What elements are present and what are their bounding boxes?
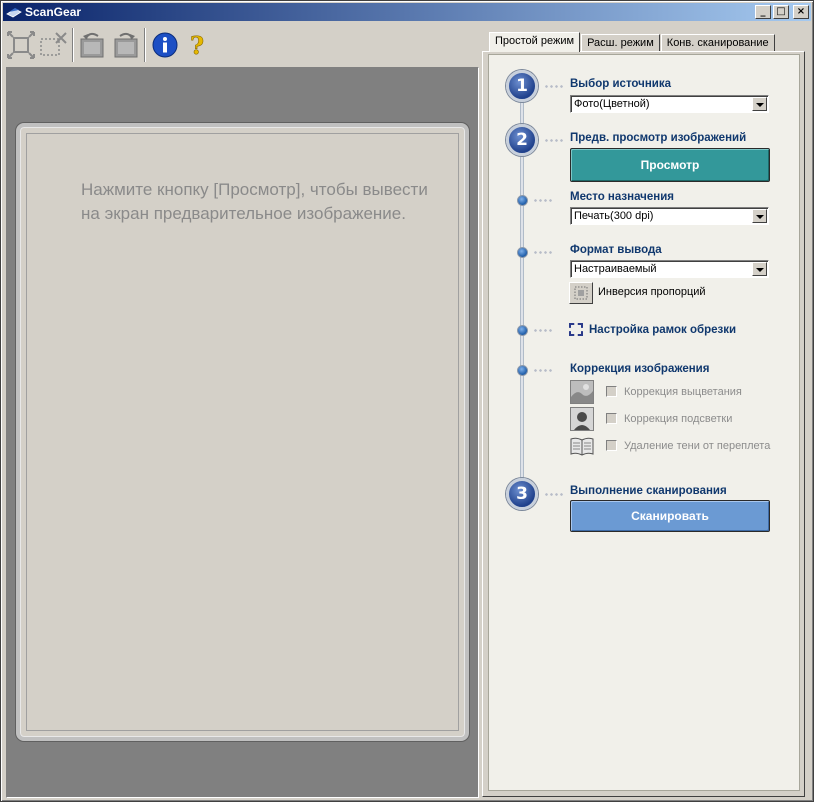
chevron-down-icon[interactable]	[752, 262, 767, 276]
connector-dots	[533, 329, 553, 332]
title-bar[interactable]: ScanGear _ □ ×	[3, 3, 811, 21]
output-format-dot	[517, 247, 528, 258]
step-3-badge: 3	[506, 478, 538, 510]
scanner-app-icon	[6, 8, 22, 18]
connector-dots	[544, 139, 564, 142]
info-button[interactable]	[149, 27, 181, 63]
scangear-window: ScanGear _ □ × ? Нажмите кнопку [Просмот…	[0, 0, 814, 802]
fade-correction-checkbox[interactable]	[606, 386, 617, 397]
output-format-label: Формат вывода	[570, 244, 662, 256]
destination-select[interactable]: Печать(300 dpi)	[570, 207, 769, 225]
output-format-select[interactable]: Настраиваемый	[570, 260, 769, 278]
toolbar-separator	[144, 28, 146, 62]
clear-crop-button[interactable]	[37, 27, 69, 63]
source-label: Выбор источника	[570, 78, 672, 90]
crop-settings-label[interactable]: Настройка рамок обрезки	[589, 324, 736, 336]
preview-canvas[interactable]: Нажмите кнопку [Просмотр], чтобы вывести…	[26, 133, 459, 731]
rotate-left-icon	[80, 32, 104, 58]
connector-dots	[533, 199, 553, 202]
correction-dot	[517, 365, 528, 376]
backlight-correction-checkbox[interactable]	[606, 413, 617, 424]
info-icon	[152, 32, 178, 58]
invert-aspect-button[interactable]	[569, 282, 593, 304]
tab-simple-mode[interactable]: Простой режим	[489, 32, 581, 52]
preview-placeholder-message: Нажмите кнопку [Просмотр], чтобы вывести…	[81, 180, 428, 223]
rotate-right-icon	[114, 32, 138, 58]
rotate-left-button[interactable]	[77, 27, 109, 63]
backlight-correction-icon	[570, 407, 594, 431]
svg-text:?: ?	[190, 31, 204, 59]
maximize-button[interactable]: □	[773, 5, 789, 19]
tab-auto-scan[interactable]: Конв. сканирование	[660, 34, 775, 51]
step-2-badge: 2	[506, 124, 538, 156]
auto-crop-icon	[7, 31, 35, 59]
source-select-value: Фото(Цветной)	[574, 98, 650, 110]
crop-frame-icon	[569, 323, 583, 336]
gutter-shadow-checkbox[interactable]	[606, 440, 617, 451]
connector-dots	[544, 493, 564, 496]
tab-advanced-mode[interactable]: Расш. режим	[581, 34, 660, 51]
window-title: ScanGear	[25, 5, 82, 19]
crop-dot	[517, 325, 528, 336]
close-button[interactable]: ×	[793, 5, 809, 19]
preview-area[interactable]: Нажмите кнопку [Просмотр], чтобы вывести…	[6, 67, 479, 798]
mode-tabs: Простой режим Расш. режим Конв. сканиров…	[489, 32, 776, 52]
backlight-correction-label: Коррекция подсветки	[624, 413, 733, 425]
connector-dots	[533, 369, 553, 372]
preview-button[interactable]: Просмотр	[570, 148, 770, 182]
workflow-line	[520, 101, 524, 491]
preview-frame: Нажмите кнопку [Просмотр], чтобы вывести…	[16, 123, 469, 741]
rotate-right-button[interactable]	[109, 27, 141, 63]
destination-select-value: Печать(300 dpi)	[574, 210, 654, 222]
invert-aspect-label: Инверсия пропорций	[598, 286, 706, 298]
fade-correction-icon	[570, 380, 594, 404]
fade-correction-label: Коррекция выцветания	[624, 386, 742, 398]
clear-crop-icon	[40, 32, 67, 56]
invert-aspect-icon	[574, 286, 588, 300]
scan-button[interactable]: Сканировать	[570, 500, 770, 532]
connector-dots	[544, 85, 564, 88]
gutter-shadow-icon	[570, 435, 594, 459]
destination-dot	[517, 195, 528, 206]
destination-label: Место назначения	[570, 191, 674, 203]
chevron-down-icon[interactable]	[752, 97, 767, 111]
toolbar-separator	[72, 28, 74, 62]
output-format-select-value: Настраиваемый	[574, 263, 657, 275]
minimize-button[interactable]: _	[755, 5, 771, 19]
connector-dots	[533, 251, 553, 254]
toolbar: ?	[5, 25, 475, 65]
auto-crop-button[interactable]	[5, 27, 37, 63]
perform-scan-label: Выполнение сканирования	[570, 485, 727, 497]
help-icon: ?	[190, 31, 205, 59]
help-button[interactable]: ?	[181, 27, 213, 63]
preview-label: Предв. просмотр изображений	[570, 132, 747, 144]
source-select[interactable]: Фото(Цветной)	[570, 95, 769, 113]
image-correction-label: Коррекция изображения	[570, 363, 710, 375]
step-1-badge: 1	[506, 70, 538, 102]
gutter-shadow-label: Удаление тени от переплета	[624, 440, 771, 452]
chevron-down-icon[interactable]	[752, 209, 767, 223]
